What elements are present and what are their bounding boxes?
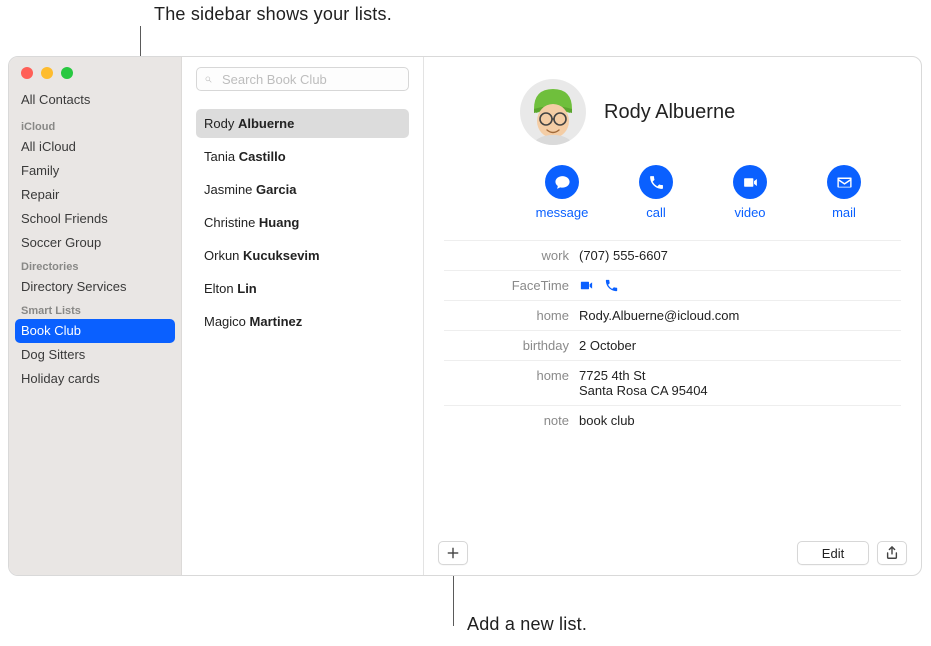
avatar: [520, 79, 586, 145]
minimize-window-button[interactable]: [41, 67, 53, 79]
contact-first-name: Rody: [204, 116, 238, 131]
contact-field: FaceTime: [444, 270, 901, 300]
sidebar-item-all-icloud[interactable]: All iCloud: [9, 135, 181, 159]
contact-row[interactable]: Christine Huang: [196, 208, 409, 237]
contact-row[interactable]: Rody Albuerne: [196, 109, 409, 138]
plus-icon: [446, 546, 460, 560]
field-label: work: [444, 248, 579, 263]
video-label: video: [734, 205, 765, 220]
sidebar: All Contacts iCloudAll iCloudFamilyRepai…: [9, 57, 182, 575]
search-field[interactable]: [196, 67, 409, 91]
sidebar-item-dog-sitters[interactable]: Dog Sitters: [9, 343, 181, 367]
contact-first-name: Magico: [204, 314, 250, 329]
contact-first-name: Tania: [204, 149, 239, 164]
sidebar-item-school-friends[interactable]: School Friends: [9, 207, 181, 231]
contact-last-name: Albuerne: [238, 116, 294, 131]
call-label: call: [646, 205, 666, 220]
field-value: (707) 555-6607: [579, 248, 901, 263]
sidebar-item-directory-services[interactable]: Directory Services: [9, 275, 181, 299]
contact-row[interactable]: Tania Castillo: [196, 142, 409, 171]
field-label: FaceTime: [444, 278, 579, 293]
sidebar-item-soccer-group[interactable]: Soccer Group: [9, 231, 181, 255]
sidebar-item-holiday-cards[interactable]: Holiday cards: [9, 367, 181, 391]
window-controls: [9, 63, 181, 89]
video-icon: [742, 174, 759, 191]
video-button[interactable]: video: [724, 165, 776, 220]
contact-fields: work(707) 555-6607FaceTimehomeRody.Albue…: [444, 240, 901, 435]
close-window-button[interactable]: [21, 67, 33, 79]
contact-card: Rody Albuerne message call video mail wo…: [424, 57, 921, 575]
callout-addlist-text: Add a new list.: [467, 614, 587, 635]
contact-list-column: Rody Albuerne Tania Castillo Jasmine Garci…: [182, 57, 424, 575]
field-label: birthday: [444, 338, 579, 353]
contact-last-name: Castillo: [239, 149, 286, 164]
field-label: home: [444, 368, 579, 398]
field-label: note: [444, 413, 579, 428]
contact-last-name: Huang: [259, 215, 299, 230]
field-value: [579, 278, 901, 293]
avatar-memoji-icon: [520, 79, 586, 145]
sidebar-item-repair[interactable]: Repair: [9, 183, 181, 207]
contact-field: notebook club: [444, 405, 901, 435]
mail-icon: [836, 174, 853, 191]
share-icon: [885, 546, 899, 560]
contacts-window: All Contacts iCloudAll iCloudFamilyRepai…: [8, 56, 922, 576]
field-label: home: [444, 308, 579, 323]
call-button[interactable]: call: [630, 165, 682, 220]
message-label: message: [536, 205, 589, 220]
search-icon: [205, 73, 212, 86]
contact-last-name: Lin: [237, 281, 257, 296]
contact-first-name: Orkun: [204, 248, 243, 263]
contact-first-name: Elton: [204, 281, 237, 296]
contact-first-name: Jasmine: [204, 182, 256, 197]
mail-label: mail: [832, 205, 856, 220]
contact-row[interactable]: Jasmine Garcia: [196, 175, 409, 204]
contact-field: home7725 4th St Santa Rosa CA 95404: [444, 360, 901, 405]
contact-row[interactable]: Orkun Kucuksevim: [196, 241, 409, 270]
field-value: Rody.Albuerne@icloud.com: [579, 308, 901, 323]
search-input[interactable]: [220, 71, 400, 88]
contact-last-name: Garcia: [256, 182, 296, 197]
contact-name: Rody Albuerne: [604, 101, 735, 124]
sidebar-item-all-contacts[interactable]: All Contacts: [9, 89, 181, 115]
contact-field: work(707) 555-6607: [444, 240, 901, 270]
message-button[interactable]: message: [536, 165, 588, 220]
facetime-audio-icon[interactable]: [604, 278, 619, 293]
sidebar-section-header: iCloud: [9, 115, 181, 135]
sidebar-section-header: Smart Lists: [9, 299, 181, 319]
contact-first-name: Christine: [204, 215, 259, 230]
contact-last-name: Martinez: [250, 314, 303, 329]
callout-line: [453, 570, 454, 626]
edit-button[interactable]: Edit: [797, 541, 869, 565]
sidebar-item-family[interactable]: Family: [9, 159, 181, 183]
sidebar-section-header: Directories: [9, 255, 181, 275]
contact-field: birthday2 October: [444, 330, 901, 360]
contact-last-name: Kucuksevim: [243, 248, 320, 263]
contact-row[interactable]: Magico Martinez: [196, 307, 409, 336]
field-value: 7725 4th St Santa Rosa CA 95404: [579, 368, 901, 398]
share-button[interactable]: [877, 541, 907, 565]
sidebar-item-book-club[interactable]: Book Club: [15, 319, 175, 343]
message-icon: [554, 174, 571, 191]
facetime-video-icon[interactable]: [579, 278, 594, 293]
contact-field: homeRody.Albuerne@icloud.com: [444, 300, 901, 330]
add-button[interactable]: [438, 541, 468, 565]
callout-sidebar-text: The sidebar shows your lists.: [154, 4, 392, 25]
mail-button[interactable]: mail: [818, 165, 870, 220]
contact-list: Rody Albuerne Tania Castillo Jasmine Garci…: [196, 109, 409, 336]
fullscreen-window-button[interactable]: [61, 67, 73, 79]
field-value: book club: [579, 413, 901, 428]
phone-icon: [648, 174, 665, 191]
field-value: 2 October: [579, 338, 901, 353]
contact-row[interactable]: Elton Lin: [196, 274, 409, 303]
